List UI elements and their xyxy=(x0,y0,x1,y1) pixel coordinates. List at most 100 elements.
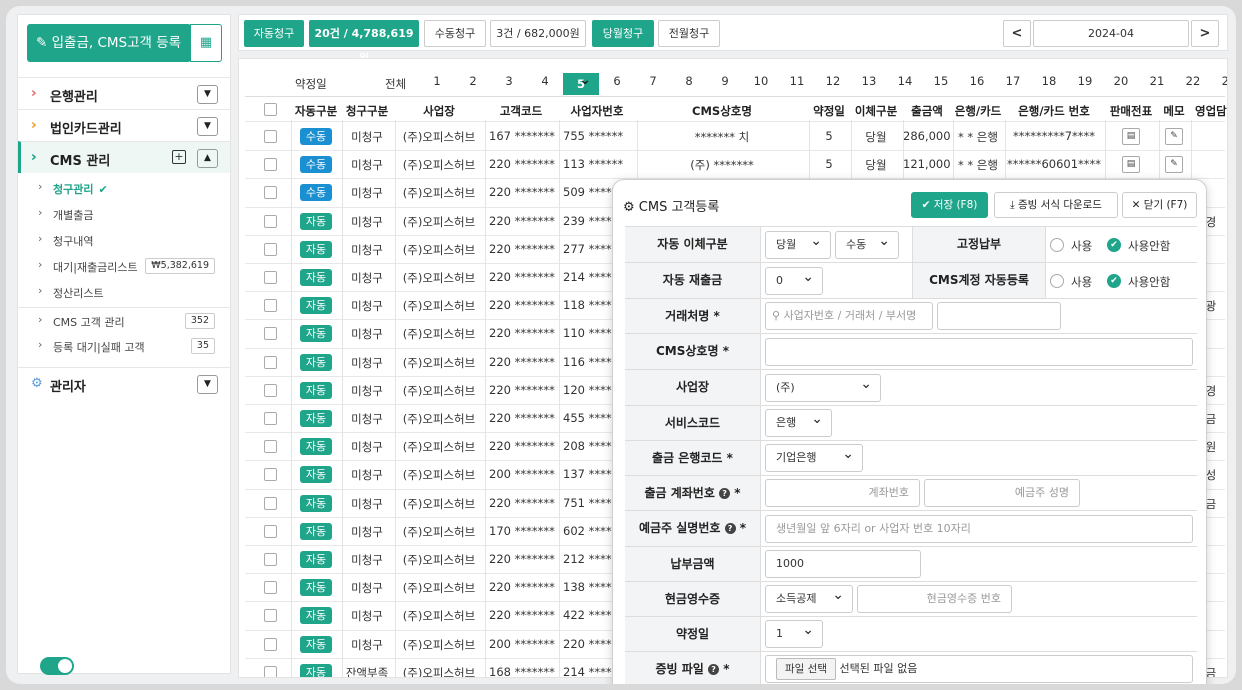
auto-claim-tab[interactable]: 자동청구 xyxy=(244,20,304,47)
row-checkbox[interactable] xyxy=(264,355,277,369)
row-checkbox[interactable] xyxy=(264,242,277,256)
sub-item-individual[interactable]: › 개별출금 xyxy=(18,201,230,227)
row-checkbox[interactable] xyxy=(264,637,277,651)
chevron-down-icon[interactable]: ▼ xyxy=(197,117,218,136)
day-filter-21[interactable]: 21 xyxy=(1139,74,1175,88)
day-filter-3[interactable]: 3 xyxy=(491,74,527,88)
day-filter-16[interactable]: 16 xyxy=(959,74,995,88)
chevron-up-icon[interactable]: ▲ xyxy=(197,149,218,168)
day-filter-5[interactable]: 5 xyxy=(563,69,599,95)
menu-cms[interactable]: ›› CMS 관리 + ▲ xyxy=(18,141,230,173)
column-header[interactable]: 이체구분 xyxy=(851,103,901,119)
this-month-tab[interactable]: 당월청구 xyxy=(592,20,654,47)
memo-edit-icon[interactable]: ✎ xyxy=(1165,156,1183,174)
prev-month-button[interactable]: < xyxy=(1003,20,1031,47)
row-checkbox[interactable] xyxy=(264,214,277,228)
sub-item-cms-customers[interactable]: › CMS 고객 관리 352 xyxy=(18,307,230,333)
register-button[interactable]: ✎ 입출금, CMS고객 등록 xyxy=(27,24,191,62)
fixed-use-radio[interactable] xyxy=(1050,238,1064,252)
day-filter-all[interactable]: 전체 xyxy=(385,76,406,92)
close-button[interactable]: ✕ 닫기 (F7) xyxy=(1122,192,1197,218)
column-header[interactable]: 사업장 xyxy=(395,103,483,119)
row-checkbox[interactable] xyxy=(264,299,277,313)
column-header[interactable]: 판매전표 xyxy=(1105,103,1157,119)
column-header[interactable]: CMS상호명 xyxy=(637,103,807,119)
column-header[interactable]: 청구구분 xyxy=(342,103,392,119)
day-filter-19[interactable]: 19 xyxy=(1067,74,1103,88)
sub-item-claim[interactable]: › 청구관리 ✔ xyxy=(18,175,230,201)
row-checkbox[interactable] xyxy=(264,581,277,595)
day-filter-6[interactable]: 6 xyxy=(599,74,635,88)
day-filter-17[interactable]: 17 xyxy=(995,74,1031,88)
auto-claim-count[interactable]: 20건 / 4,788,619원 xyxy=(309,20,419,65)
calendar-icon[interactable]: + xyxy=(172,150,186,164)
theme-toggle[interactable] xyxy=(40,657,74,675)
cms-name-input[interactable] xyxy=(765,338,1193,366)
transfer-month-select[interactable]: 당월 xyxy=(765,231,831,259)
day-filter-1[interactable]: 1 xyxy=(419,74,455,88)
download-form-button[interactable]: ⤓ 증빙 서식 다운로드 xyxy=(994,192,1118,218)
column-header[interactable]: 은행/카드 번호 xyxy=(1005,103,1103,119)
day-filter-7[interactable]: 7 xyxy=(635,74,671,88)
sub-item-history[interactable]: › 청구내역 xyxy=(18,227,230,253)
manual-claim-tab[interactable]: 수동청구 xyxy=(424,20,486,47)
day-filter-9[interactable]: 9 xyxy=(707,74,743,88)
row-checkbox[interactable] xyxy=(264,383,277,397)
column-header[interactable]: 출금액 xyxy=(903,103,951,119)
prev-month-tab[interactable]: 전월청구 xyxy=(658,20,720,47)
menu-admin[interactable]: ⚙ 관리자 ▼ xyxy=(18,367,230,399)
row-checkbox[interactable] xyxy=(264,327,277,341)
day-filter-8[interactable]: 8 xyxy=(671,74,707,88)
receipt-icon[interactable]: ▤ xyxy=(1122,156,1140,174)
day-filter-11[interactable]: 11 xyxy=(779,74,815,88)
day-filter-10[interactable]: 10 xyxy=(743,74,779,88)
cms-auto-nouse-radio[interactable]: ✔ xyxy=(1107,274,1121,288)
day-filter-23[interactable]: 23 xyxy=(1211,74,1227,88)
row-checkbox[interactable] xyxy=(264,553,277,566)
row-checkbox[interactable] xyxy=(264,271,277,284)
account-input[interactable]: 계좌번호 xyxy=(765,479,920,507)
column-header[interactable]: 사업자번호 xyxy=(559,103,635,119)
column-header[interactable]: 메모 xyxy=(1159,103,1189,119)
row-checkbox[interactable] xyxy=(264,468,277,482)
help-icon[interactable]: ? xyxy=(719,488,731,499)
client-name-field[interactable] xyxy=(937,302,1061,330)
save-button[interactable]: ✔ 저장 (F8) xyxy=(911,192,988,218)
day-filter-2[interactable]: 2 xyxy=(455,74,491,88)
column-header[interactable]: 고객코드 xyxy=(485,103,557,119)
column-header[interactable]: 은행/카드 xyxy=(953,103,1003,119)
column-header[interactable]: 자동구분 xyxy=(291,103,341,119)
receipt-icon[interactable]: ▤ xyxy=(1122,128,1140,145)
cash-receipt-select[interactable]: 소득공제 xyxy=(765,585,853,613)
row-checkbox[interactable] xyxy=(264,524,277,538)
day-filter-18[interactable]: 18 xyxy=(1031,74,1067,88)
sub-item-pending[interactable]: › 등록 대기|실패 고객 35 xyxy=(18,333,230,359)
day-filter-4[interactable]: 4 xyxy=(527,74,563,88)
day-select[interactable]: 1 xyxy=(765,620,823,648)
sub-item-retry-list[interactable]: › 대기|재출금리스트 ₩5,382,619 xyxy=(18,253,230,279)
holder-id-input[interactable]: 생년월일 앞 6자리 or 사업자 번호 10자리 xyxy=(765,515,1193,543)
next-month-button[interactable]: > xyxy=(1191,20,1219,47)
column-header[interactable]: 영업담 xyxy=(1195,103,1227,119)
cms-auto-use-radio[interactable] xyxy=(1050,274,1064,288)
row-checkbox[interactable] xyxy=(264,496,277,510)
column-header[interactable]: 약정일 xyxy=(809,103,849,119)
transfer-mode-select[interactable]: 수동 xyxy=(835,231,899,259)
bank-select[interactable]: 기업은행 xyxy=(765,444,863,472)
grid-menu-button[interactable]: ▦ xyxy=(190,24,222,62)
biz-select[interactable]: (주) xyxy=(765,374,881,402)
help-icon[interactable]: ? xyxy=(724,523,736,534)
holder-name-input[interactable]: 예금주 성명 xyxy=(924,479,1080,507)
chevron-down-icon[interactable]: ▼ xyxy=(197,85,218,104)
manual-claim-count[interactable]: 3건 / 682,000원 xyxy=(490,20,586,47)
row-checkbox[interactable] xyxy=(264,158,277,172)
client-search-input[interactable]: ⚲ 사업자번호 / 거래처 / 부서명 xyxy=(765,302,933,330)
retry-select[interactable]: 0 xyxy=(765,267,823,295)
table-row[interactable] xyxy=(245,150,1225,152)
chevron-down-icon[interactable]: ▼ xyxy=(197,375,218,394)
file-select-button[interactable]: 파일 선택 xyxy=(776,658,836,680)
row-checkbox[interactable] xyxy=(264,665,277,677)
sub-item-settlement[interactable]: › 정산리스트 xyxy=(18,279,230,305)
help-icon[interactable]: ? xyxy=(708,664,720,675)
service-select[interactable]: 은행 xyxy=(765,409,832,437)
